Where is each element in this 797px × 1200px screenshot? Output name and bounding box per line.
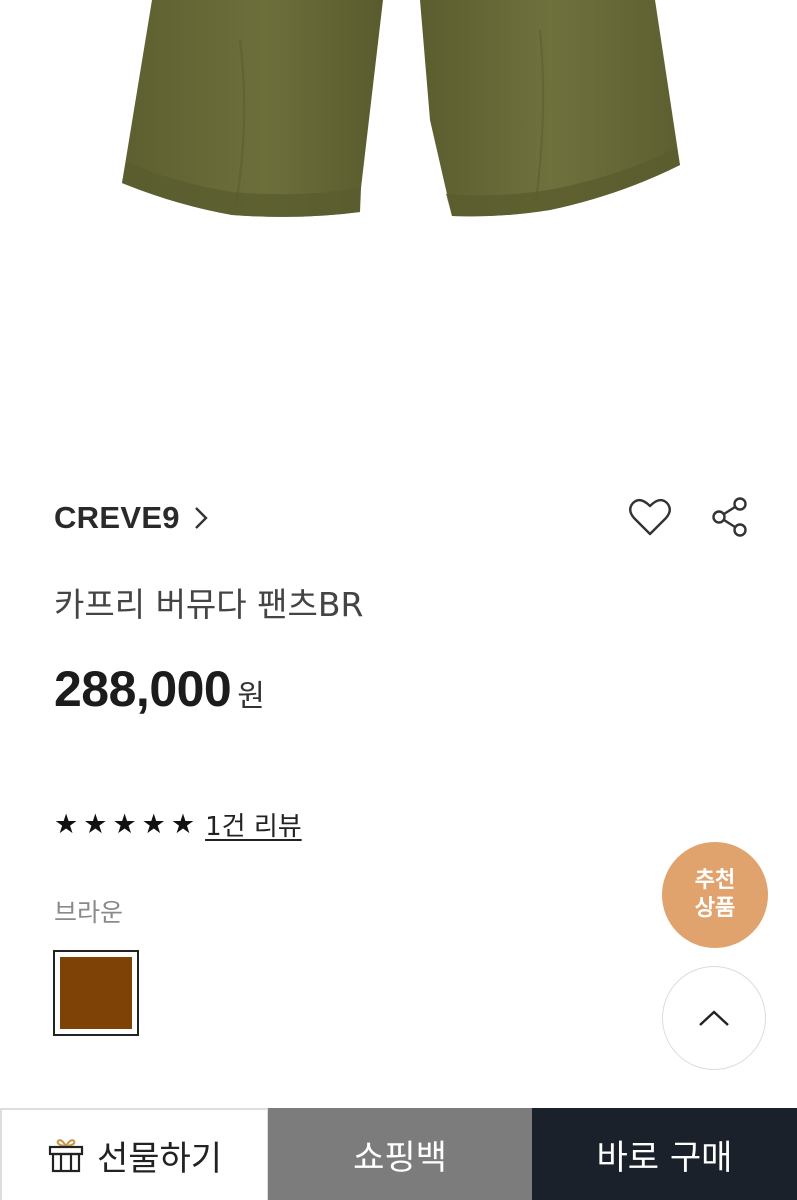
gift-button[interactable]: 선물하기 [0,1108,268,1200]
share-button[interactable] [707,494,753,540]
color-label: 브라운 [54,898,124,927]
product-image [0,0,797,460]
bag-label: 쇼핑백 [353,1137,447,1178]
price: 288,000 원 [54,660,265,718]
color-swatch-brown[interactable] [53,950,139,1036]
star-rating: ★ ★ ★ ★ ★ [54,811,195,838]
swatch-fill [60,957,132,1029]
heart-icon [629,498,671,536]
recommend-label-line1: 추천 [694,868,736,893]
review-link[interactable]: 1건 리뷰 [205,806,302,843]
star-icon: ★ [170,809,196,840]
chevron-up-icon [699,1010,729,1026]
shopping-bag-button[interactable]: 쇼핑백 [268,1108,532,1200]
wishlist-heart-button[interactable] [627,494,673,540]
buy-now-button[interactable]: 바로 구매 [532,1108,797,1200]
chevron-right-icon [195,507,208,529]
star-icon: ★ [112,809,137,840]
price-value: 288,000 [54,661,232,717]
recommend-label-line2: 상품 [694,896,736,921]
star-icon: ★ [141,809,166,840]
brand-link[interactable]: CREVE9 [54,500,208,536]
buy-label: 바로 구매 [596,1137,733,1178]
brand-name: CREVE9 [54,500,180,535]
gift-label: 선물하기 [96,1138,223,1179]
star-icon: ★ [83,809,108,840]
star-icon: ★ [54,809,79,840]
price-unit: 원 [237,679,265,714]
bottom-action-bar: 선물하기 쇼핑백 바로 구매 [0,1108,797,1200]
rating: ★ ★ ★ ★ ★ 1건 리뷰 [54,806,302,843]
scroll-top-button[interactable] [662,966,766,1070]
gift-icon [48,1139,84,1173]
recommend-button[interactable]: 추천 상품 [662,842,768,948]
share-icon [712,497,747,537]
product-title: 카프리 버뮤다 팬츠BR [54,585,364,624]
